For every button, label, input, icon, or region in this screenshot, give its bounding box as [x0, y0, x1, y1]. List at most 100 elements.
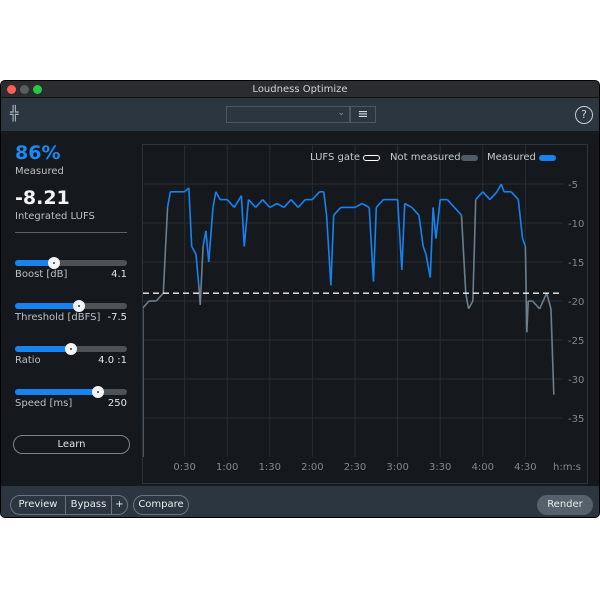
measured-segment	[215, 191, 221, 200]
not-measured-segment	[141, 300, 150, 310]
bypass-button[interactable]: Bypass	[65, 495, 112, 515]
y-tick-label: -30	[568, 375, 584, 386]
slider-label-row: Speed [ms] 250	[15, 398, 127, 409]
zoom-window-button[interactable]	[33, 85, 42, 94]
x-tick-label: 4:30	[514, 462, 536, 473]
measured-segment	[276, 202, 285, 209]
compare-button[interactable]: Compare	[133, 495, 189, 515]
measured-segment	[233, 195, 243, 208]
measured-segment	[195, 254, 200, 286]
measured-segment	[207, 207, 214, 263]
measured-segment	[482, 191, 491, 201]
not-measured-segment	[550, 308, 555, 395]
measured-segment	[368, 207, 375, 282]
legend-lufs-gate: LUFS gate	[310, 152, 361, 163]
slider-label-row: Ratio 4.0 :1	[15, 355, 127, 366]
not-measured-segment	[155, 292, 164, 302]
title-bar: Loudness Optimize	[1, 81, 599, 98]
measured-segment	[510, 191, 519, 201]
legend-not-measured: Not measured	[390, 152, 461, 163]
measured-segment	[489, 191, 498, 201]
slider-0[interactable]	[15, 257, 127, 269]
legend-measured-swatch	[539, 155, 556, 161]
not-measured-segment	[162, 207, 169, 294]
measured-segment	[361, 202, 370, 209]
integrated-lufs-label: Integrated LUFS	[15, 211, 95, 222]
measured-segment	[330, 215, 335, 286]
measured-segment	[190, 246, 197, 255]
slider-thumb[interactable]	[91, 386, 104, 398]
learn-button[interactable]: Learn	[13, 435, 130, 454]
y-tick-label: -10	[568, 219, 584, 230]
help-button[interactable]: ?	[575, 106, 593, 124]
measured-segment	[188, 187, 193, 247]
toolbar: ╬ ⌄ ≡ ?	[1, 98, 599, 131]
y-tick-label: -35	[568, 414, 584, 425]
measured-segment	[269, 202, 278, 209]
measured-segment	[375, 199, 384, 208]
x-tick-label: 3:00	[386, 462, 408, 473]
measured-segment	[255, 199, 264, 208]
measured-segment	[496, 183, 502, 193]
loudness-plot: -5 -10 -15 -20 -25 -30 -35 0:30 1:00 1:30 2:00 2:30…	[141, 145, 584, 473]
slider-fill	[15, 346, 71, 352]
x-tick-label: 0:30	[173, 462, 195, 473]
measured-segment	[283, 199, 292, 208]
preset-dropdown[interactable]: ⌄	[226, 106, 350, 123]
slider-value: -7.5	[107, 312, 127, 323]
slider-2[interactable]	[15, 343, 127, 355]
x-tick-label: 2:00	[301, 462, 323, 473]
slider-fill	[15, 303, 79, 309]
slider-fill	[15, 389, 98, 395]
measured-segment	[429, 207, 434, 278]
measured-segment	[517, 199, 524, 239]
measured-segment	[418, 215, 424, 247]
measured-segment	[500, 183, 505, 193]
measured-segment	[333, 206, 342, 216]
window-title: Loudness Optimize	[252, 84, 348, 95]
measured-segment	[297, 199, 306, 208]
close-window-button[interactable]	[7, 85, 16, 94]
legend-not-measured-swatch	[461, 155, 478, 161]
bottom-bar: Preview Bypass + Compare Render	[1, 486, 599, 517]
legend-gate-swatch	[363, 155, 380, 161]
measured-segment	[226, 199, 235, 208]
measured-segment	[475, 191, 484, 201]
measured-percent: 86%	[15, 142, 61, 164]
measured-segment	[446, 199, 455, 208]
slider-label: Threshold [dBFS]	[15, 312, 101, 323]
slider-thumb[interactable]	[72, 300, 85, 312]
hamburger-icon[interactable]: ≡	[350, 106, 376, 123]
measured-segment	[311, 191, 321, 201]
loudness-chart: -5 -10 -15 -20 -25 -30 -35 0:30 1:00 1:30 2:00 2:30…	[141, 144, 588, 484]
slider-value: 4.1	[111, 269, 127, 280]
slider-label: Boost [dB]	[15, 269, 68, 280]
slider-1[interactable]	[15, 300, 127, 312]
render-button[interactable]: Render	[537, 495, 593, 515]
measured-segment	[401, 203, 406, 270]
preview-button[interactable]: Preview	[10, 495, 66, 515]
slider-thumb[interactable]	[48, 257, 61, 269]
divider	[15, 232, 127, 233]
measured-segment	[435, 199, 441, 239]
measured-segment	[166, 191, 172, 208]
add-bypass-button[interactable]: +	[111, 495, 128, 515]
waveform-logo-icon: ╬	[10, 106, 19, 122]
slider-label-row: Boost [dB] 4.1	[15, 269, 127, 280]
y-tick-label: -15	[568, 258, 584, 269]
y-tick-label: -5	[568, 180, 578, 191]
measured-segment	[240, 195, 246, 247]
slider-value: 250	[107, 398, 127, 409]
y-tick-label: -25	[568, 336, 584, 347]
slider-label: Ratio	[15, 355, 41, 366]
measured-segment	[354, 202, 363, 209]
slider-3[interactable]	[15, 386, 127, 398]
slider-thumb[interactable]	[65, 343, 77, 355]
not-measured-segment	[467, 300, 474, 310]
measured-segment	[322, 191, 328, 216]
minimize-window-button[interactable]	[20, 85, 29, 94]
x-tick-label: 3:30	[429, 462, 451, 473]
measured-segment	[411, 206, 420, 216]
app-window: Loudness Optimize ╬ ⌄ ≡ ? 86% Measured -…	[0, 80, 600, 518]
slider-label: Speed [ms]	[15, 398, 73, 409]
